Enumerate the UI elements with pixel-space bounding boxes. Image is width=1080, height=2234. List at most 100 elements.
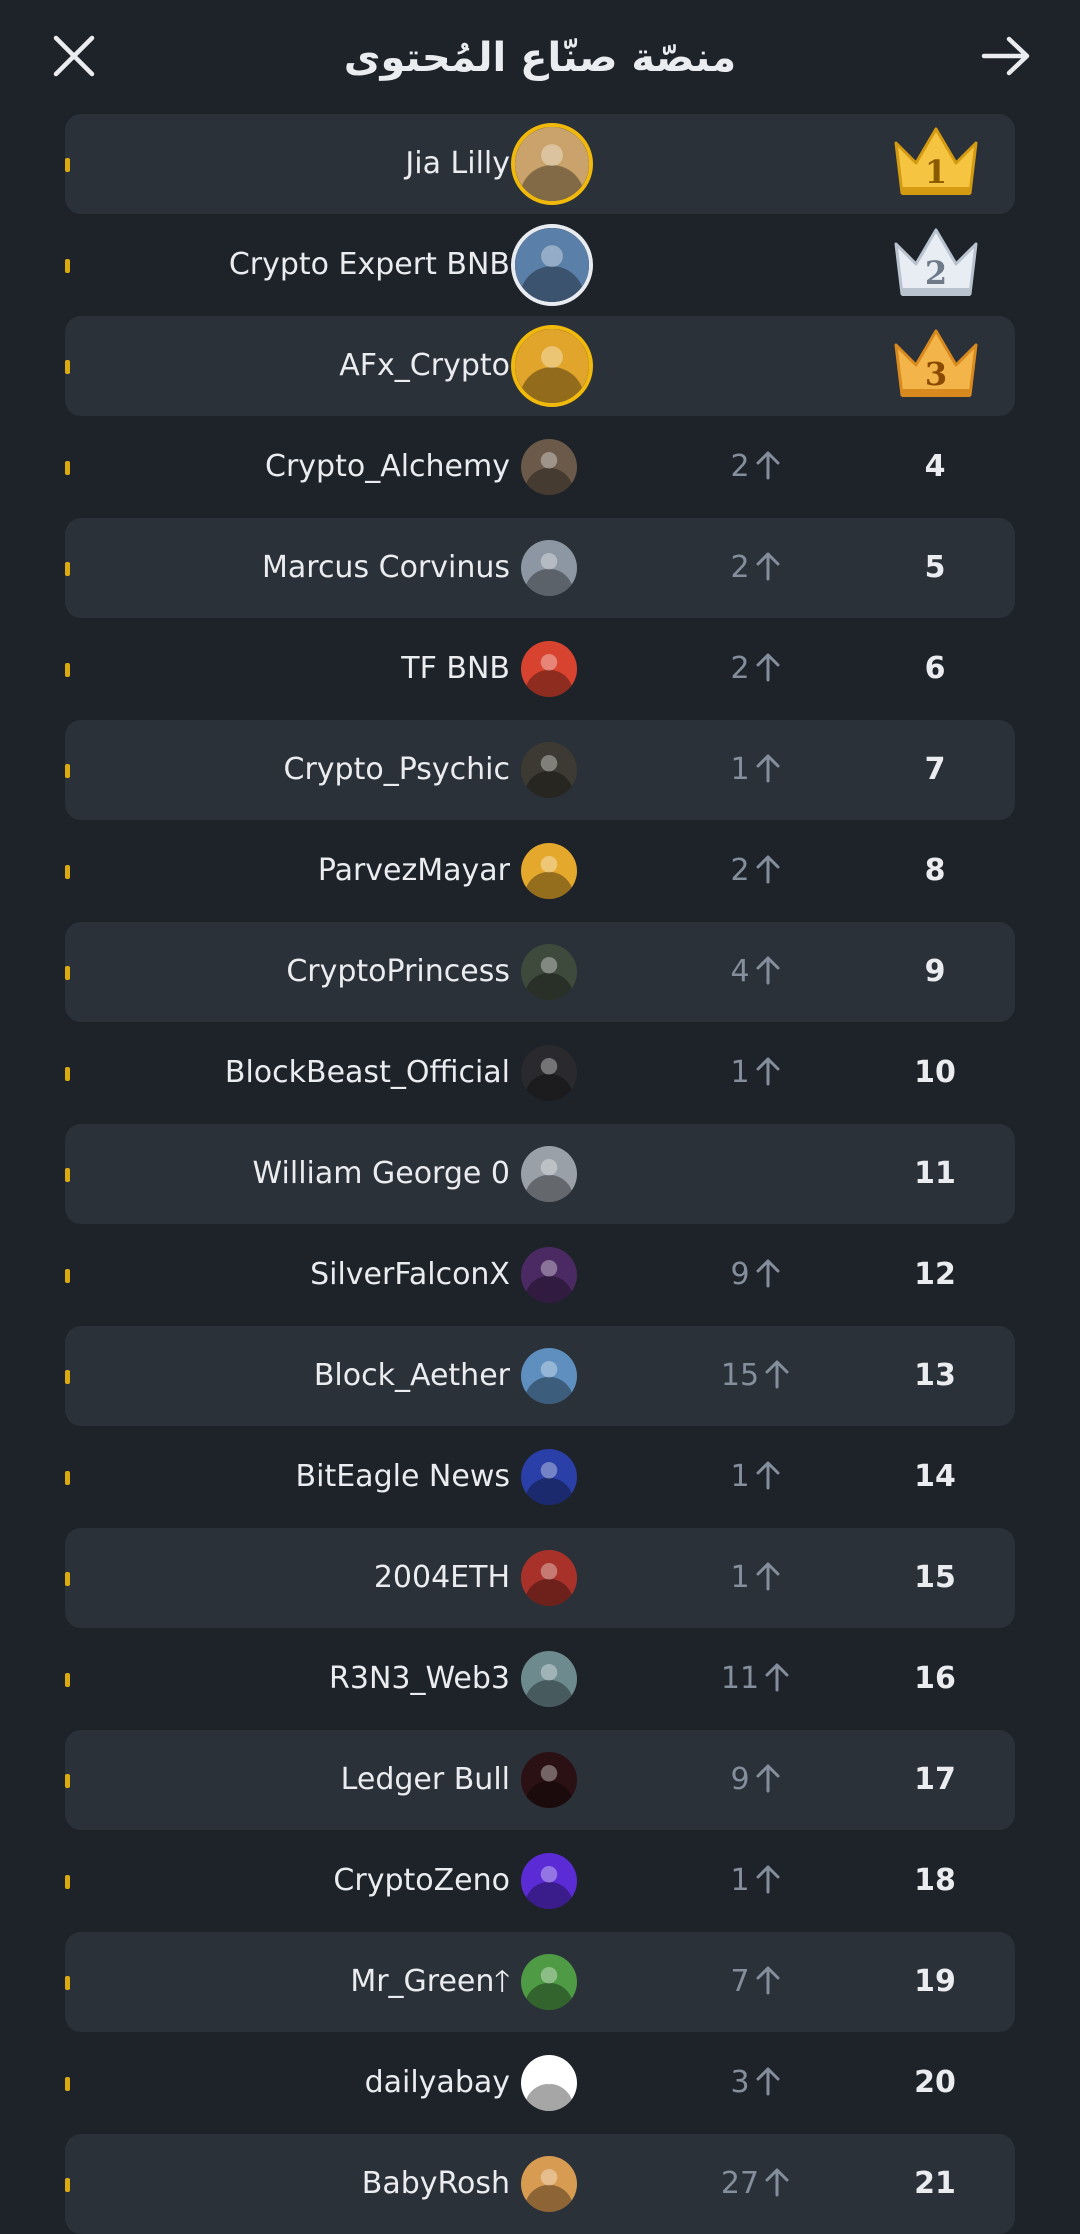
row-edge-marker	[65, 1673, 70, 1687]
leaderboard-row[interactable]: Marcus Corvinus 2 5	[65, 518, 1015, 618]
avatar[interactable]	[521, 2055, 577, 2111]
leaderboard-row[interactable]: dailyabay 3 20	[65, 2033, 1015, 2133]
avatar-image	[521, 439, 577, 495]
avatar-image	[521, 1348, 577, 1404]
rank-change-value: 4	[730, 954, 750, 989]
rank-change-value: 2	[730, 853, 750, 888]
creator-name: Jia Lilly	[405, 146, 510, 181]
avatar[interactable]	[521, 1651, 577, 1707]
avatar[interactable]	[521, 2156, 577, 2212]
arrow-up-icon	[756, 754, 780, 782]
leaderboard-row[interactable]: Crypto_Psychic 1 7	[65, 720, 1015, 820]
avatar[interactable]	[521, 1045, 577, 1101]
avatar[interactable]	[521, 944, 577, 1000]
row-edge-marker	[65, 865, 70, 879]
leaderboard-row[interactable]: R3N3_Web3 11 16	[65, 1629, 1015, 1729]
avatar-image	[515, 228, 589, 302]
back-button[interactable]	[976, 26, 1036, 86]
leaderboard-row[interactable]: CryptoZeno 1 18	[65, 1831, 1015, 1931]
leaderboard-row[interactable]: Ledger Bull 9 17	[65, 1730, 1015, 1830]
leaderboard-row[interactable]: CryptoPrincess 4 9	[65, 922, 1015, 1022]
avatar-image	[521, 1651, 577, 1707]
arrow-up-icon	[756, 1966, 780, 1994]
creator-name: BlockBeast_Official	[224, 1055, 510, 1090]
avatar-image	[521, 1045, 577, 1101]
avatar-image	[515, 127, 589, 201]
leaderboard-row[interactable]: SilverFalconX 9 12	[65, 1225, 1015, 1325]
avatar[interactable]	[511, 224, 593, 306]
arrow-right-icon	[981, 36, 1030, 76]
leaderboard-row[interactable]: AFx_Crypto 3	[65, 316, 1015, 416]
leaderboard-row[interactable]: Crypto_Alchemy 2 4	[65, 417, 1015, 517]
leaderboard-row[interactable]: BitEagle News 1 14	[65, 1427, 1015, 1527]
creator-name: Crypto Expert BNB	[228, 247, 510, 282]
rank-number: 16	[914, 1661, 956, 1696]
avatar[interactable]	[521, 843, 577, 899]
arrow-up-icon	[756, 2067, 780, 2095]
leaderboard-row[interactable]: ParvezMayar 2 8	[65, 821, 1015, 921]
leaderboard-row[interactable]: Crypto Expert BNB 2	[65, 215, 1015, 315]
rank-change: 3	[685, 2033, 825, 2133]
rank-change: 7	[685, 1932, 825, 2032]
row-edge-marker	[65, 663, 70, 677]
avatar[interactable]	[521, 1449, 577, 1505]
creator-name: 2004ETH	[373, 1560, 510, 1595]
rank-change: 15	[685, 1326, 825, 1426]
arrow-up-icon	[756, 1057, 780, 1085]
avatar[interactable]	[521, 439, 577, 495]
rank-change: 2	[685, 619, 825, 719]
row-edge-marker	[65, 461, 70, 475]
avatar[interactable]	[521, 1247, 577, 1303]
avatar[interactable]	[521, 1146, 577, 1202]
rank-number: 12	[914, 1257, 956, 1292]
rank-change-value: 1	[730, 1055, 750, 1090]
rank-number: 19	[914, 1964, 956, 1999]
leaderboard-row[interactable]: William George 0 11	[65, 1124, 1015, 1224]
row-edge-marker	[65, 1976, 70, 1990]
leaderboard-row[interactable]: Jia Lilly 1	[65, 114, 1015, 214]
rank-change: 2	[685, 821, 825, 921]
avatar[interactable]	[521, 1752, 577, 1808]
crown-gold-icon: 1	[894, 127, 978, 195]
rank-number: 11	[914, 1156, 956, 1191]
crown-bronze-icon: 3	[894, 329, 978, 397]
rank-number: 17	[914, 1762, 956, 1797]
avatar[interactable]	[521, 641, 577, 697]
avatar-image	[521, 944, 577, 1000]
avatar[interactable]	[521, 1954, 577, 2010]
avatar[interactable]	[521, 540, 577, 596]
avatar-image	[521, 2055, 577, 2111]
leaderboard-row[interactable]: BabyRosh 27 21	[65, 2134, 1015, 2234]
creator-name: CryptoPrincess	[286, 954, 510, 989]
rank-change-value: 15	[720, 1358, 760, 1393]
page-title: منصّة صنّاع المُحتوى	[343, 35, 737, 81]
avatar[interactable]	[521, 1550, 577, 1606]
avatar-image	[521, 1550, 577, 1606]
leaderboard-row[interactable]: TF BNB 2 6	[65, 619, 1015, 719]
rank-number: 10	[914, 1055, 956, 1090]
rank-change-value: 2	[730, 651, 750, 686]
avatar[interactable]	[521, 742, 577, 798]
avatar-image	[521, 742, 577, 798]
arrow-up-icon	[756, 1562, 780, 1590]
top-bar: منصّة صنّاع المُحتوى	[0, 0, 1080, 112]
avatar[interactable]	[511, 325, 593, 407]
avatar[interactable]	[521, 1853, 577, 1909]
row-edge-marker	[65, 1774, 70, 1788]
rank-number: 9	[924, 954, 946, 989]
leaderboard-row[interactable]: Mr_Green🡑 7 19	[65, 1932, 1015, 2032]
arrow-up-icon	[756, 1865, 780, 1893]
avatar[interactable]	[511, 123, 593, 205]
close-button[interactable]	[44, 26, 104, 86]
rank-change: 1	[685, 1023, 825, 1123]
leaderboard-row[interactable]: BlockBeast_Official 1 10	[65, 1023, 1015, 1123]
arrow-up-icon	[756, 653, 780, 681]
crown-silver-icon: 2	[894, 228, 978, 296]
row-edge-marker	[65, 1572, 70, 1586]
rank-number: 3	[925, 355, 947, 393]
creator-name: CryptoZeno	[333, 1863, 510, 1898]
leaderboard-row[interactable]: 2004ETH 1 15	[65, 1528, 1015, 1628]
rank-number: 18	[914, 1863, 956, 1898]
avatar[interactable]	[521, 1348, 577, 1404]
leaderboard-row[interactable]: Block_Aether 15 13	[65, 1326, 1015, 1426]
